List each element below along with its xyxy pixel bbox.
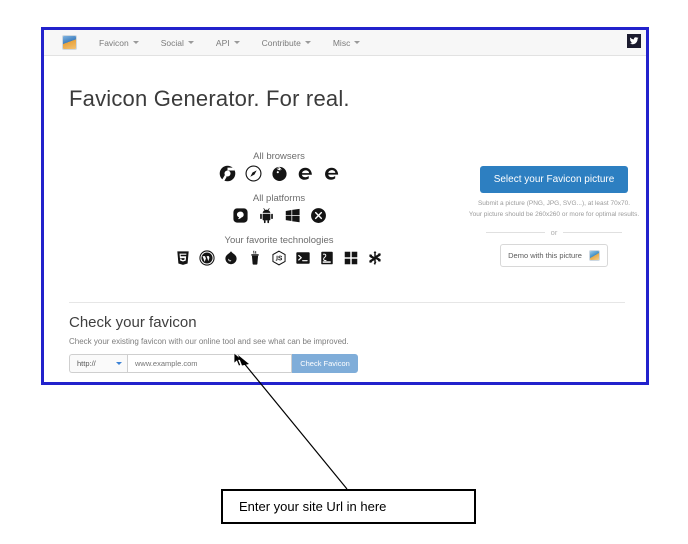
favicon-logo-icon[interactable] (62, 35, 77, 50)
twitter-bird-icon[interactable] (627, 34, 641, 48)
check-favicon-button[interactable]: Check Favicon (292, 354, 358, 373)
laravel-icon (319, 249, 336, 266)
internet-explorer-icon (323, 165, 340, 182)
firefox-icon (271, 165, 288, 182)
site-url-input[interactable] (127, 354, 292, 373)
page-title: Favicon Generator. For real. (69, 86, 350, 111)
android-icon (258, 207, 275, 224)
safari-icon (244, 165, 262, 182)
chevron-down-icon (116, 362, 122, 365)
annotation-callout-box: Enter your site Url in here (221, 489, 476, 524)
platforms-caption: All platforms (252, 193, 306, 204)
nav-item-label: Social (160, 37, 184, 48)
ios-icon (232, 207, 249, 224)
protocol-select-value: http:// (77, 359, 96, 368)
check-favicon-form: http:// Check Favicon (69, 354, 358, 373)
site-navbar: Favicon Social API Contribute Misc (44, 30, 646, 56)
html5-icon (175, 249, 192, 266)
check-favicon-subtitle: Check your existing favicon with our onl… (69, 337, 349, 346)
upload-cta-panel: Select your Favicon picture Submit a pic… (464, 166, 644, 267)
section-divider (69, 302, 625, 303)
chrome-icon (219, 165, 236, 182)
nav-item-label: Misc (332, 37, 351, 48)
chevron-down-icon (354, 41, 361, 44)
nav-item-label: API (215, 37, 230, 48)
protocol-select[interactable]: http:// (69, 354, 127, 373)
drupal-icon (223, 249, 240, 266)
chevron-down-icon (132, 41, 139, 44)
close-circle-icon (310, 207, 327, 224)
nodejs-icon (271, 249, 288, 266)
feature-showcase: All browsers All platforms Your favorite… (164, 151, 394, 277)
nav-item-label: Contribute (261, 37, 301, 48)
demo-picture-thumbnail-icon (588, 249, 600, 261)
chevron-down-icon (233, 41, 240, 44)
nav-item-label: Favicon (99, 37, 129, 48)
browser-page-frame: Favicon Social API Contribute Misc Favic… (41, 27, 649, 385)
page-content: Favicon Generator. For real. All browser… (44, 56, 646, 382)
snowflake-icon (367, 249, 384, 266)
edge-icon (297, 165, 314, 182)
technology-icon-row (164, 249, 394, 266)
windows-icon (284, 207, 301, 224)
upload-note-line-1: Submit a picture (PNG, JPG, SVG...), at … (477, 200, 631, 207)
browsers-caption: All browsers (253, 151, 305, 162)
upload-note-line-2: Your picture should be 260x260 or more f… (468, 210, 640, 218)
select-favicon-picture-button[interactable]: Select your Favicon picture (480, 166, 628, 193)
java-icon (247, 249, 264, 266)
chevron-down-icon (304, 41, 311, 44)
terminal-icon (295, 249, 312, 266)
metro-tiles-icon (343, 249, 360, 266)
annotation-callout-text: Enter your site Url in here (239, 499, 387, 514)
demo-with-this-picture-button[interactable]: Demo with this picture (500, 243, 608, 267)
or-label: or (550, 227, 558, 237)
nav-item-favicon[interactable]: Favicon (99, 38, 139, 48)
nav-item-contribute[interactable]: Contribute (262, 38, 311, 48)
or-divider: or (486, 228, 622, 237)
platform-icon-row (164, 207, 394, 224)
browser-icon-row (164, 165, 394, 182)
nav-item-api[interactable]: API (216, 38, 240, 48)
check-favicon-title: Check your favicon (69, 314, 197, 331)
technologies-caption: Your favorite technologies (224, 235, 334, 246)
chevron-down-icon (187, 41, 194, 44)
demo-button-label: Demo with this picture (508, 250, 582, 260)
nav-item-social[interactable]: Social (161, 38, 194, 48)
nav-item-misc[interactable]: Misc (332, 37, 361, 48)
wordpress-icon (199, 249, 216, 266)
